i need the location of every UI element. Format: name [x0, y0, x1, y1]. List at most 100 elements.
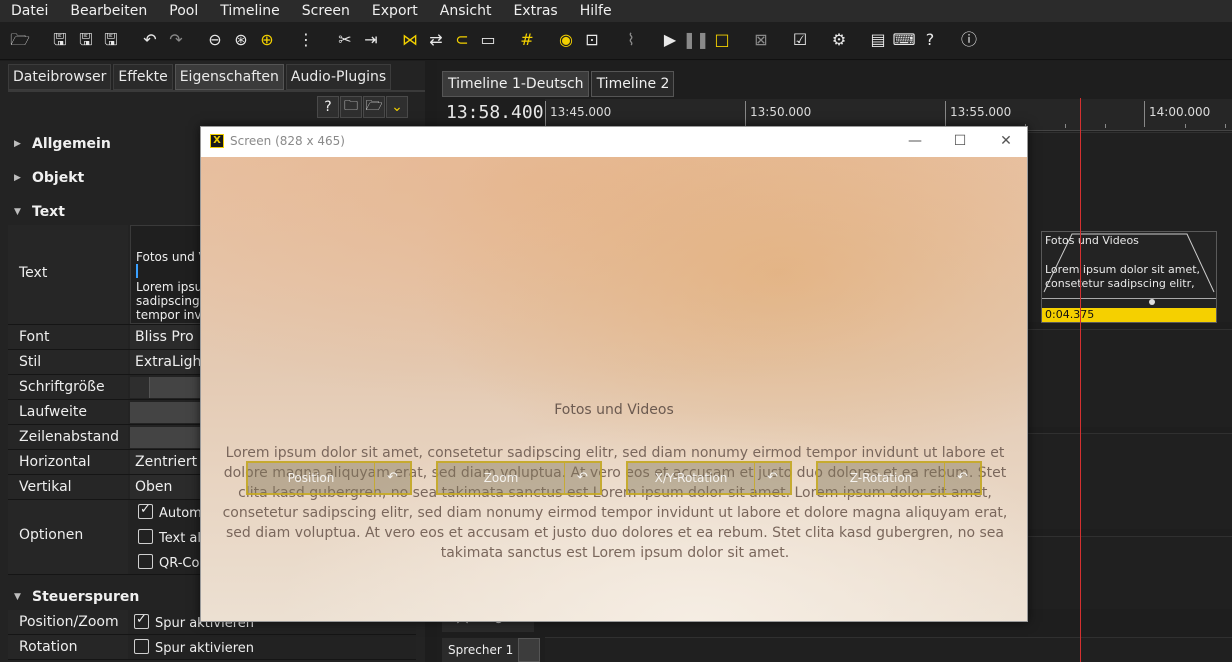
snap-icon[interactable]: ⋮	[296, 30, 316, 50]
expand-triangle-icon: ▶	[14, 173, 21, 183]
checkbox-checked-icon[interactable]	[134, 612, 149, 629]
maximize-icon[interactable]: ☐	[948, 131, 972, 151]
timeline-tabs: Timeline 1-Deutsch Timeline 2	[442, 71, 676, 97]
expand-triangle-icon: ▶	[14, 139, 21, 149]
menu-ansicht[interactable]: Ansicht	[429, 0, 503, 22]
preview-canvas[interactable]: Fotos und Videos Lorem ipsum dolor sit a…	[201, 157, 1027, 621]
collapse-triangle-icon: ▼	[14, 207, 21, 217]
track-record-box[interactable]	[518, 638, 540, 662]
zoom-control[interactable]: Zoom ↶	[436, 461, 602, 495]
audio-scrub-icon[interactable]: ⌇	[621, 30, 641, 50]
menu-bar: Datei Bearbeiten Pool Timeline Screen Ex…	[0, 0, 1232, 22]
stop-icon[interactable]: □	[712, 30, 732, 50]
gear-icon[interactable]: ⚙	[829, 30, 849, 50]
split-icon[interactable]: ⇥	[361, 30, 381, 50]
ruler-tick	[545, 101, 546, 127]
close-icon[interactable]: ✕	[994, 131, 1018, 151]
minimize-icon[interactable]: —	[903, 131, 927, 151]
tab-audio-plugins[interactable]: Audio-Plugins	[285, 64, 392, 90]
prop-label: Font	[8, 325, 128, 349]
reset-icon[interactable]: ↶	[754, 463, 790, 493]
menu-datei[interactable]: Datei	[0, 0, 59, 22]
menu-bearbeiten[interactable]: Bearbeiten	[59, 0, 158, 22]
window-titlebar[interactable]: X Screen (828 x 465) — ☐ ✕	[201, 127, 1027, 157]
save-all-icon[interactable]: 🖫	[76, 30, 96, 50]
reset-icon[interactable]: ↶	[944, 463, 980, 493]
undo-icon[interactable]: ↶	[140, 30, 160, 50]
window-title: Screen (828 x 465)	[230, 134, 345, 148]
swap-icon[interactable]: ⇄	[426, 30, 446, 50]
save-as-icon[interactable]: 🖫	[101, 30, 121, 50]
section-objekt[interactable]: ▶ Objekt	[14, 168, 84, 188]
play-icon[interactable]: ▶	[660, 30, 680, 50]
pause-icon[interactable]: ❚❚	[683, 30, 710, 50]
checkbox-icon[interactable]	[138, 554, 153, 569]
ruler-icon[interactable]: ▭	[478, 30, 498, 50]
ruler-tick	[745, 101, 746, 127]
checklist-icon[interactable]: ☑	[790, 30, 810, 50]
zoom-out-icon[interactable]: ⊖	[205, 30, 225, 50]
prop-label: Position/Zoom	[8, 610, 128, 634]
comment-icon[interactable]: ▤	[868, 30, 888, 50]
screen-window: X Screen (828 x 465) — ☐ ✕ Fotos und Vid…	[200, 126, 1028, 622]
help-icon[interactable]: ?	[317, 96, 339, 118]
xy-rotation-control[interactable]: X/Y-Rotation ↶	[626, 461, 792, 495]
save-icon[interactable]: 🖫	[50, 30, 70, 50]
playhead[interactable]	[1080, 98, 1081, 662]
folder-icon[interactable]: 🗀	[340, 96, 362, 118]
ripple-icon[interactable]: ⋈	[400, 30, 420, 50]
left-tabs: Dateibrowser Effekte Eigenschaften Audio…	[8, 64, 393, 90]
prop-label: Schriftgröße	[8, 375, 128, 399]
preview-eye-icon[interactable]: ◉	[556, 30, 576, 50]
checkbox-icon[interactable]	[134, 639, 149, 654]
rotation-spur-toggle[interactable]: Spur aktivieren	[134, 639, 254, 656]
panel-icon-bar: ? 🗀 🗁 ⌄	[317, 96, 409, 120]
tab-effekte[interactable]: Effekte	[113, 64, 173, 90]
ruler-minor-tick	[1105, 124, 1106, 128]
grid-icon[interactable]: #	[517, 30, 537, 50]
ruler-label: 13:55.000	[950, 105, 1012, 119]
z-rotation-control[interactable]: Z-Rotation ↶	[816, 461, 982, 495]
option-text-al[interactable]: Text al	[138, 529, 201, 546]
open-folder-icon[interactable]: 🗁	[10, 30, 30, 50]
reset-icon[interactable]: ↶	[564, 463, 600, 493]
info-icon[interactable]: ⓘ	[959, 30, 979, 50]
cut-icon[interactable]: ✂	[335, 30, 355, 50]
control-label: X/Y-Rotation	[654, 471, 728, 485]
tab-eigenschaften[interactable]: Eigenschaften	[174, 64, 284, 90]
help-icon[interactable]: ?	[920, 30, 940, 50]
menu-screen[interactable]: Screen	[291, 0, 361, 22]
menu-timeline[interactable]: Timeline	[209, 0, 291, 22]
zoom-in-icon[interactable]: ⊕	[257, 30, 277, 50]
option-qr-code[interactable]: QR-Coc	[138, 554, 207, 571]
folder-open-icon[interactable]: 🗁	[363, 96, 385, 118]
redo-icon[interactable]: ↷	[166, 30, 186, 50]
checkbox-icon[interactable]	[138, 529, 153, 544]
canvas-title: Fotos und Videos	[554, 402, 674, 418]
menu-export[interactable]: Export	[361, 0, 429, 22]
tab-timeline-2[interactable]: Timeline 2	[590, 71, 675, 97]
text-clip[interactable]: Fotos und Videos Lorem ipsum dolor sit a…	[1041, 231, 1217, 323]
magnet-icon[interactable]: ⊂	[452, 30, 472, 50]
menu-extras[interactable]: Extras	[502, 0, 568, 22]
ruler-label: 13:50.000	[750, 105, 812, 119]
tab-dateibrowser[interactable]: Dateibrowser	[8, 64, 112, 90]
slider-handle[interactable]	[130, 377, 150, 398]
reset-icon[interactable]: ↶	[374, 463, 410, 493]
monitor-icon[interactable]: ⊡	[582, 30, 602, 50]
close-box-icon[interactable]: ⊠	[751, 30, 771, 50]
section-steuerspuren[interactable]: ▼ Steuerspuren	[14, 587, 139, 607]
section-allgemein[interactable]: ▶ Allgemein	[14, 134, 111, 154]
collapse-icon[interactable]: ⌄	[386, 96, 408, 118]
menu-pool[interactable]: Pool	[158, 0, 209, 22]
clip-volume-line	[1042, 298, 1216, 299]
section-text[interactable]: ▼ Text	[14, 202, 65, 222]
ruler-label: 14:00.000	[1149, 105, 1211, 119]
tab-timeline-1[interactable]: Timeline 1-Deutsch	[442, 71, 589, 97]
keyboard-icon[interactable]: ⌨	[892, 30, 915, 50]
position-control[interactable]: Position ↶	[246, 461, 412, 495]
menu-hilfe[interactable]: Hilfe	[569, 0, 623, 22]
track-lane[interactable]	[545, 637, 1232, 662]
checkbox-checked-icon[interactable]	[138, 502, 153, 519]
zoom-fit-icon[interactable]: ⊛	[231, 30, 251, 50]
